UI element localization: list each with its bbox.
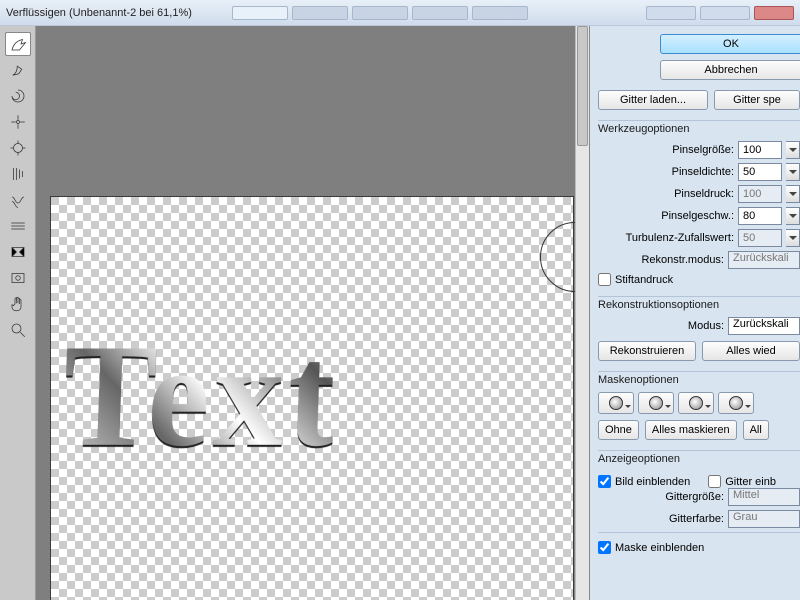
- cancel-button[interactable]: Abbrechen: [660, 60, 800, 80]
- load-mesh-button[interactable]: Gitter laden...: [598, 90, 708, 110]
- push-left-tool[interactable]: [5, 162, 31, 186]
- mask-subtract-button[interactable]: [678, 392, 714, 414]
- restore-all-button[interactable]: Alles wied: [702, 341, 800, 361]
- title-app[interactable]: [700, 6, 750, 20]
- show-image-label: Bild einblenden: [615, 476, 690, 488]
- mask-icon: [689, 396, 703, 410]
- brush-size-input[interactable]: [738, 141, 782, 159]
- reconstruct-options-group: Rekonstruktionsoptionen Modus: Zurückskal…: [598, 296, 800, 361]
- brush-density-label: Pinseldichte:: [598, 166, 734, 178]
- thaw-mask-tool[interactable]: [5, 266, 31, 290]
- window-title: Verflüssigen (Unbenannt-2 bei 61,1%): [6, 7, 192, 19]
- mask-none-button[interactable]: Ohne: [598, 420, 639, 440]
- group-title: Rekonstruktionsoptionen: [598, 299, 800, 311]
- show-mesh-checkbox[interactable]: [708, 475, 721, 488]
- ok-button[interactable]: OK: [660, 34, 800, 54]
- mesh-color-label: Gitterfarbe:: [598, 513, 724, 525]
- brush-size-label: Pinselgröße:: [598, 144, 734, 156]
- mask-replace-button[interactable]: [598, 392, 634, 414]
- title-tab[interactable]: [472, 6, 528, 20]
- brush-pressure-input: [738, 185, 782, 203]
- brush-size-dropdown[interactable]: [786, 141, 800, 159]
- hand-tool[interactable]: [5, 292, 31, 316]
- group-title: Maskenoptionen: [598, 374, 800, 386]
- show-mask-checkbox[interactable]: [598, 541, 611, 554]
- title-tab[interactable]: [232, 6, 288, 20]
- title-app[interactable]: [646, 6, 696, 20]
- title-tab[interactable]: [292, 6, 348, 20]
- mesh-color-select: Grau: [728, 510, 800, 528]
- mesh-size-label: Gittergröße:: [598, 491, 724, 503]
- brush-pressure-label: Pinseldruck:: [598, 188, 734, 200]
- canvas-pasteboard: Text: [50, 30, 574, 600]
- turbulence-tool[interactable]: [5, 214, 31, 238]
- brush-density-dropdown[interactable]: [786, 163, 800, 181]
- mesh-size-select: Mittel: [728, 488, 800, 506]
- brush-rate-label: Pinselgeschw.:: [598, 210, 734, 222]
- mask-intersect-button[interactable]: [718, 392, 754, 414]
- brush-pressure-dropdown[interactable]: [786, 185, 800, 203]
- title-tabs: [232, 6, 528, 20]
- reconstruct-tool[interactable]: [5, 58, 31, 82]
- mask-icon: [729, 396, 743, 410]
- recon-mode-label: Rekonstr.modus:: [598, 254, 724, 266]
- stylus-pressure-label: Stiftandruck: [615, 274, 673, 286]
- title-bar: Verflüssigen (Unbenannt-2 bei 61,1%): [0, 0, 800, 26]
- freeze-mask-tool[interactable]: [5, 240, 31, 264]
- mask-options-group: Maskenoptionen Ohne Alles maskieren All: [598, 371, 800, 440]
- options-panel: OK Abbrechen Gitter laden... Gitter spe …: [590, 26, 800, 600]
- zoom-tool[interactable]: [5, 318, 31, 342]
- canvas-text-layer: Text: [60, 323, 516, 491]
- vertical-scrollbar[interactable]: [575, 26, 589, 600]
- pucker-tool[interactable]: [5, 110, 31, 134]
- forward-warp-tool[interactable]: [5, 32, 31, 56]
- close-button[interactable]: [754, 6, 794, 20]
- mask-invert-button[interactable]: All: [743, 420, 769, 440]
- recon-mode2-select[interactable]: Zurückskali: [728, 317, 800, 335]
- reconstruct-button[interactable]: Rekonstruieren: [598, 341, 696, 361]
- twirl-tool[interactable]: [5, 84, 31, 108]
- recon-mode-select: Zurückskali: [728, 251, 800, 269]
- document-canvas[interactable]: Text: [50, 196, 574, 600]
- brush-density-input[interactable]: [738, 163, 782, 181]
- turb-jitter-dropdown[interactable]: [786, 229, 800, 247]
- save-mesh-button[interactable]: Gitter spe: [714, 90, 800, 110]
- group-title: Anzeigeoptionen: [598, 453, 800, 465]
- title-right: [646, 6, 794, 20]
- brush-rate-dropdown[interactable]: [786, 207, 800, 225]
- show-image-checkbox[interactable]: [598, 475, 611, 488]
- view-options-group: Anzeigeoptionen Bild einblenden Gitter e…: [598, 450, 800, 554]
- mask-icon: [649, 396, 663, 410]
- tool-palette: [0, 26, 36, 600]
- show-mask-label: Maske einblenden: [615, 542, 704, 554]
- mask-add-button[interactable]: [638, 392, 674, 414]
- stylus-pressure-checkbox[interactable]: [598, 273, 611, 286]
- group-title: Werkzeugoptionen: [598, 123, 800, 135]
- brush-rate-input[interactable]: [738, 207, 782, 225]
- scrollbar-thumb[interactable]: [577, 26, 588, 146]
- turb-jitter-input: [738, 229, 782, 247]
- mask-icon: [609, 396, 623, 410]
- canvas-area: Text: [36, 26, 590, 600]
- show-mesh-label: Gitter einb: [725, 476, 776, 488]
- tool-options-group: Werkzeugoptionen Pinselgröße: Pinseldich…: [598, 120, 800, 286]
- turb-jitter-label: Turbulenz-Zufallswert:: [598, 232, 734, 244]
- bloat-tool[interactable]: [5, 136, 31, 160]
- recon-mode2-label: Modus:: [598, 320, 724, 332]
- mirror-tool[interactable]: [5, 188, 31, 212]
- mask-all-button[interactable]: Alles maskieren: [645, 420, 737, 440]
- title-tab[interactable]: [412, 6, 468, 20]
- title-tab[interactable]: [352, 6, 408, 20]
